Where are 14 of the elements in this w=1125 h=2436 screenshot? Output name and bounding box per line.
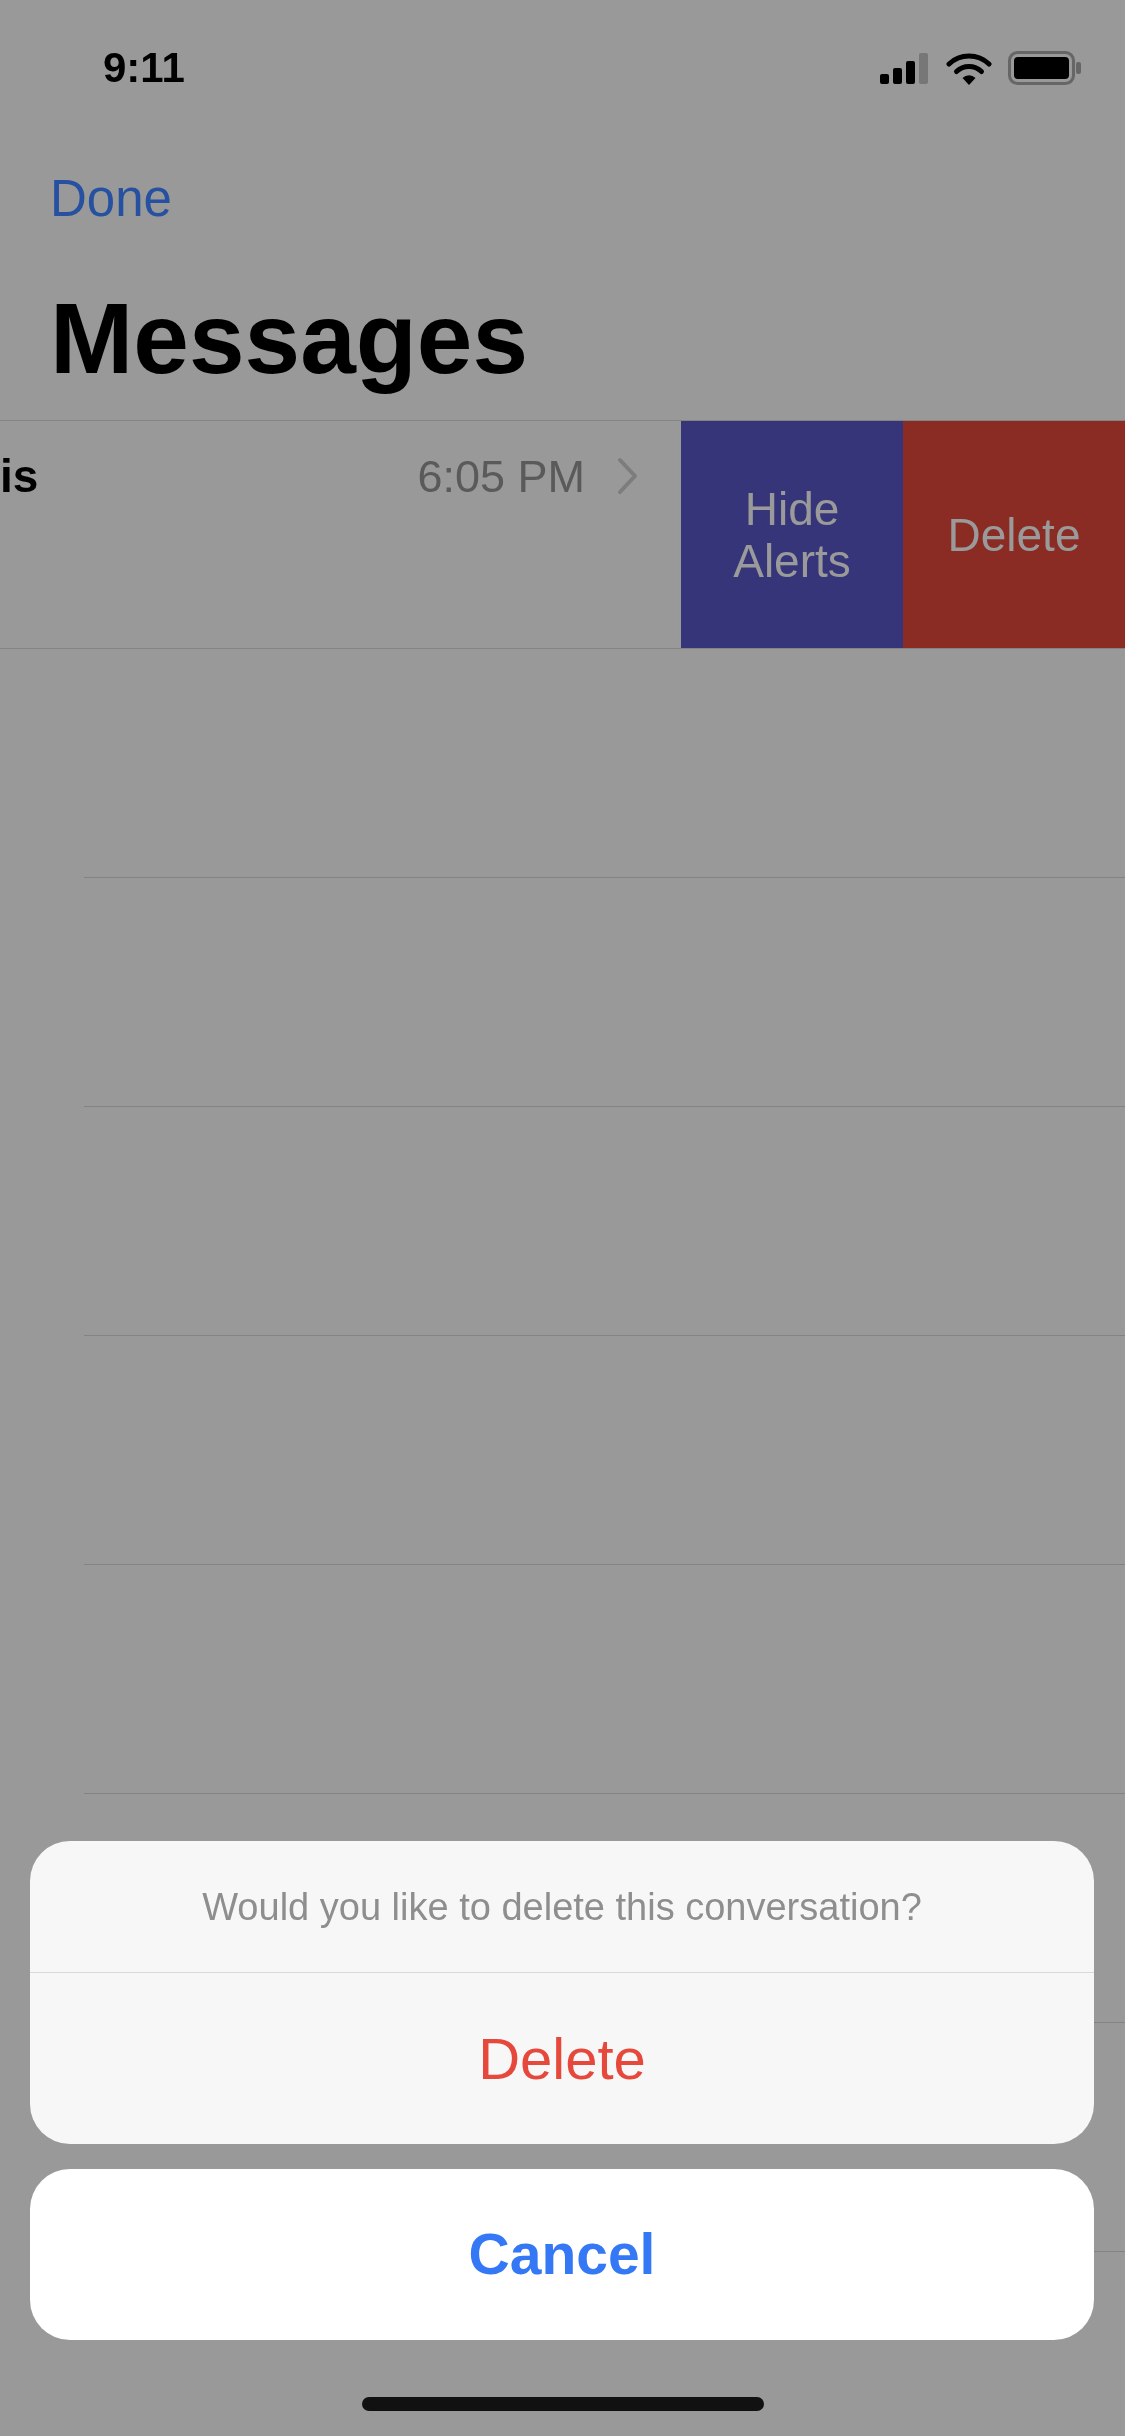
page-title: Messages — [50, 281, 529, 396]
cancel-button[interactable]: Cancel — [30, 2169, 1094, 2340]
delete-button[interactable]: Delete — [903, 421, 1125, 648]
sheet-message: Would you like to delete this conversation? — [202, 1887, 922, 1926]
hide-alerts-button[interactable]: Hide Alerts — [681, 421, 903, 648]
status-time: 9:11 — [103, 47, 185, 89]
battery-icon — [1008, 51, 1081, 85]
contact-name: is — [0, 453, 39, 499]
chevron-right-icon — [617, 457, 638, 495]
wifi-icon — [946, 51, 992, 85]
message-time: 6:05 PM — [417, 453, 585, 499]
done-button[interactable]: Done — [50, 172, 172, 224]
sheet-delete-button[interactable]: Delete — [30, 1973, 1094, 2144]
signal-icon — [880, 52, 930, 84]
